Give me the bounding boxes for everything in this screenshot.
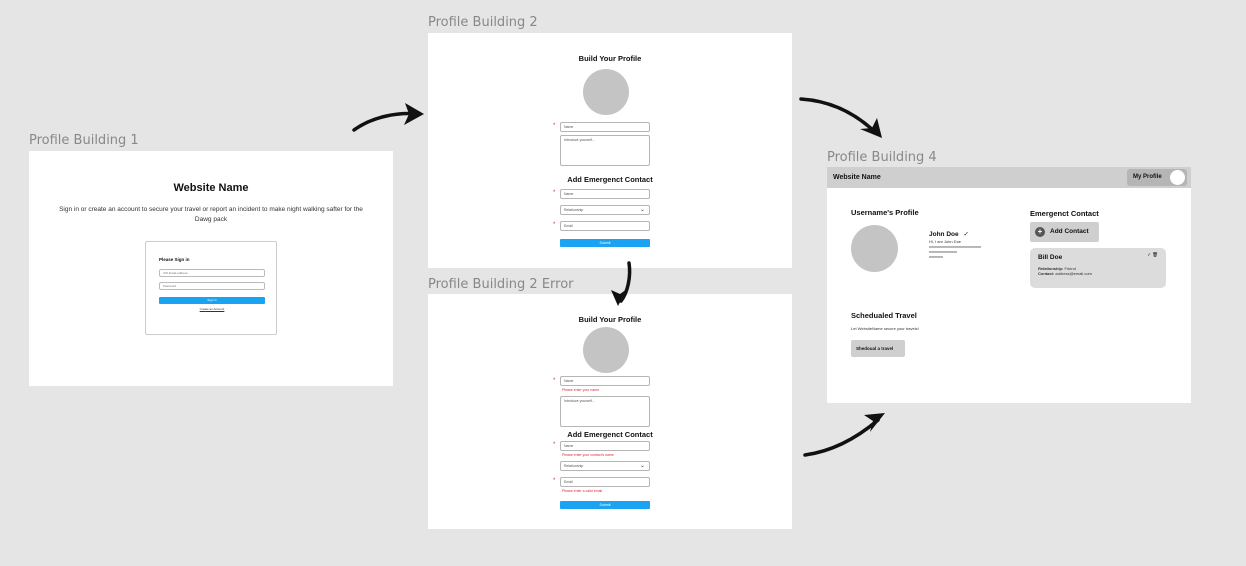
- required-mark: *: [553, 190, 556, 196]
- contact-email: Contact: address@email.com: [1038, 271, 1092, 276]
- edit-icon[interactable]: ✓: [963, 231, 968, 238]
- contact-name: Bill Doe: [1038, 254, 1063, 261]
- required-mark: *: [553, 478, 556, 484]
- sign-in-button[interactable]: Sign in: [159, 297, 265, 304]
- intro-textarea[interactable]: Introduce yourself...: [560, 135, 650, 166]
- intro-textarea[interactable]: Introduce yourself...: [560, 396, 650, 427]
- frame-profile-building-2[interactable]: Build Your Profile * Name Introduce your…: [428, 33, 792, 268]
- profile-avatar: [851, 225, 898, 272]
- chevron-down-icon: ⌄: [639, 207, 645, 213]
- contact-card: Bill Doe ✓ 🗑 Relationship: Friend Contac…: [1030, 248, 1166, 288]
- plus-icon: +: [1035, 227, 1045, 237]
- relationship-select[interactable]: Relationship ⌄: [560, 461, 650, 471]
- email-input[interactable]: Email: [560, 221, 650, 231]
- contact-label: Contact:: [1038, 271, 1055, 276]
- chevron-down-icon: ⌄: [639, 463, 645, 469]
- required-mark: *: [553, 442, 556, 448]
- frame-profile-building-2-error[interactable]: Build Your Profile * Name Please enter y…: [428, 294, 792, 529]
- emergency-contact-title: Add Emergenct Contact: [567, 175, 653, 184]
- avatar-placeholder[interactable]: [583, 69, 629, 115]
- name-input[interactable]: Name: [560, 122, 650, 132]
- relationship-select-value: Relationship: [564, 208, 584, 212]
- website-title: Website Name: [173, 182, 249, 194]
- user-name: John Doe ✓: [929, 230, 969, 238]
- email-input[interactable]: UW Email address: [159, 269, 265, 277]
- frame-label-profile-building-4: Profile Building 4: [827, 150, 937, 165]
- build-profile-title: Build Your Profile: [578, 54, 642, 63]
- contact-value: address@email.com: [1055, 271, 1092, 276]
- contact-name-input[interactable]: Name: [560, 189, 650, 199]
- contact-name-error-message: Please enter your contact's name: [562, 453, 614, 457]
- frame-label-profile-building-2: Profile Building 2: [428, 15, 538, 30]
- intro-description: Sign in or create an account to secure y…: [59, 206, 363, 223]
- add-contact-label: Add Contact: [1050, 228, 1089, 235]
- signin-title: Please Sign in: [159, 257, 190, 262]
- build-profile-title: Build Your Profile: [578, 315, 642, 324]
- site-name[interactable]: Website Name: [833, 174, 881, 181]
- arrowhead-icon: [860, 118, 882, 138]
- create-account-link[interactable]: Create an Account: [159, 307, 265, 311]
- submit-button[interactable]: Submit: [560, 239, 650, 247]
- password-input[interactable]: Password: [159, 282, 265, 290]
- emergency-contact-title: Add Emergenct Contact: [567, 430, 653, 439]
- flow-arrow-1-to-2: [352, 111, 420, 132]
- required-mark: *: [553, 378, 556, 384]
- my-profile-label: My Profile: [1133, 174, 1162, 180]
- relationship-select-value: Relationship: [564, 464, 584, 468]
- contact-name-input[interactable]: Name: [560, 441, 650, 451]
- frame-label-profile-building-2-error: Profile Building 2 Error: [428, 277, 574, 292]
- schedule-travel-button[interactable]: Shedoual a travel: [851, 340, 905, 357]
- schedule-travel-label: Shedoual a travel: [856, 346, 894, 351]
- scheduled-travel-text: Let WebsiteName secure your travels!: [851, 326, 919, 331]
- name-input[interactable]: Name: [560, 376, 650, 386]
- add-contact-button[interactable]: + Add Contact: [1030, 222, 1099, 242]
- user-bio-line-3: xxxxxxx: [929, 254, 943, 259]
- email-input[interactable]: Email: [560, 477, 650, 487]
- scheduled-travel-heading: Schedualed Travel: [851, 311, 917, 320]
- name-error-message: Please enter your name: [562, 388, 600, 392]
- flow-arrow-2-to-4: [799, 97, 877, 134]
- emergency-contact-heading: Emergenct Contact: [1030, 209, 1099, 218]
- top-nav-bar: Website Name My Profile: [827, 167, 1191, 188]
- avatar-icon: [1170, 170, 1185, 185]
- frame-label-profile-building-1: Profile Building 1: [29, 133, 139, 148]
- frame-profile-building-4[interactable]: Website Name My Profile Username's Profi…: [827, 167, 1191, 403]
- user-name-text: John Doe: [929, 231, 959, 238]
- flow-arrow-error-to-4: [803, 418, 880, 457]
- submit-button[interactable]: Submit: [560, 501, 650, 509]
- required-mark: *: [553, 123, 556, 129]
- avatar-placeholder[interactable]: [583, 327, 629, 373]
- my-profile-button[interactable]: My Profile: [1127, 169, 1187, 186]
- signin-card: Please Sign in UW Email address Password…: [145, 241, 277, 335]
- contact-actions[interactable]: ✓ 🗑: [1147, 252, 1158, 258]
- arrowhead-icon: [864, 413, 885, 432]
- frame-profile-building-1[interactable]: Website Name Sign in or create an accoun…: [29, 151, 393, 386]
- email-error-message: Please enter a valid email: [562, 489, 603, 493]
- relationship-select[interactable]: Relationship ⌄: [560, 205, 650, 215]
- arrowhead-icon: [404, 103, 424, 125]
- profile-heading: Username's Profile: [851, 208, 919, 217]
- required-mark: *: [553, 222, 556, 228]
